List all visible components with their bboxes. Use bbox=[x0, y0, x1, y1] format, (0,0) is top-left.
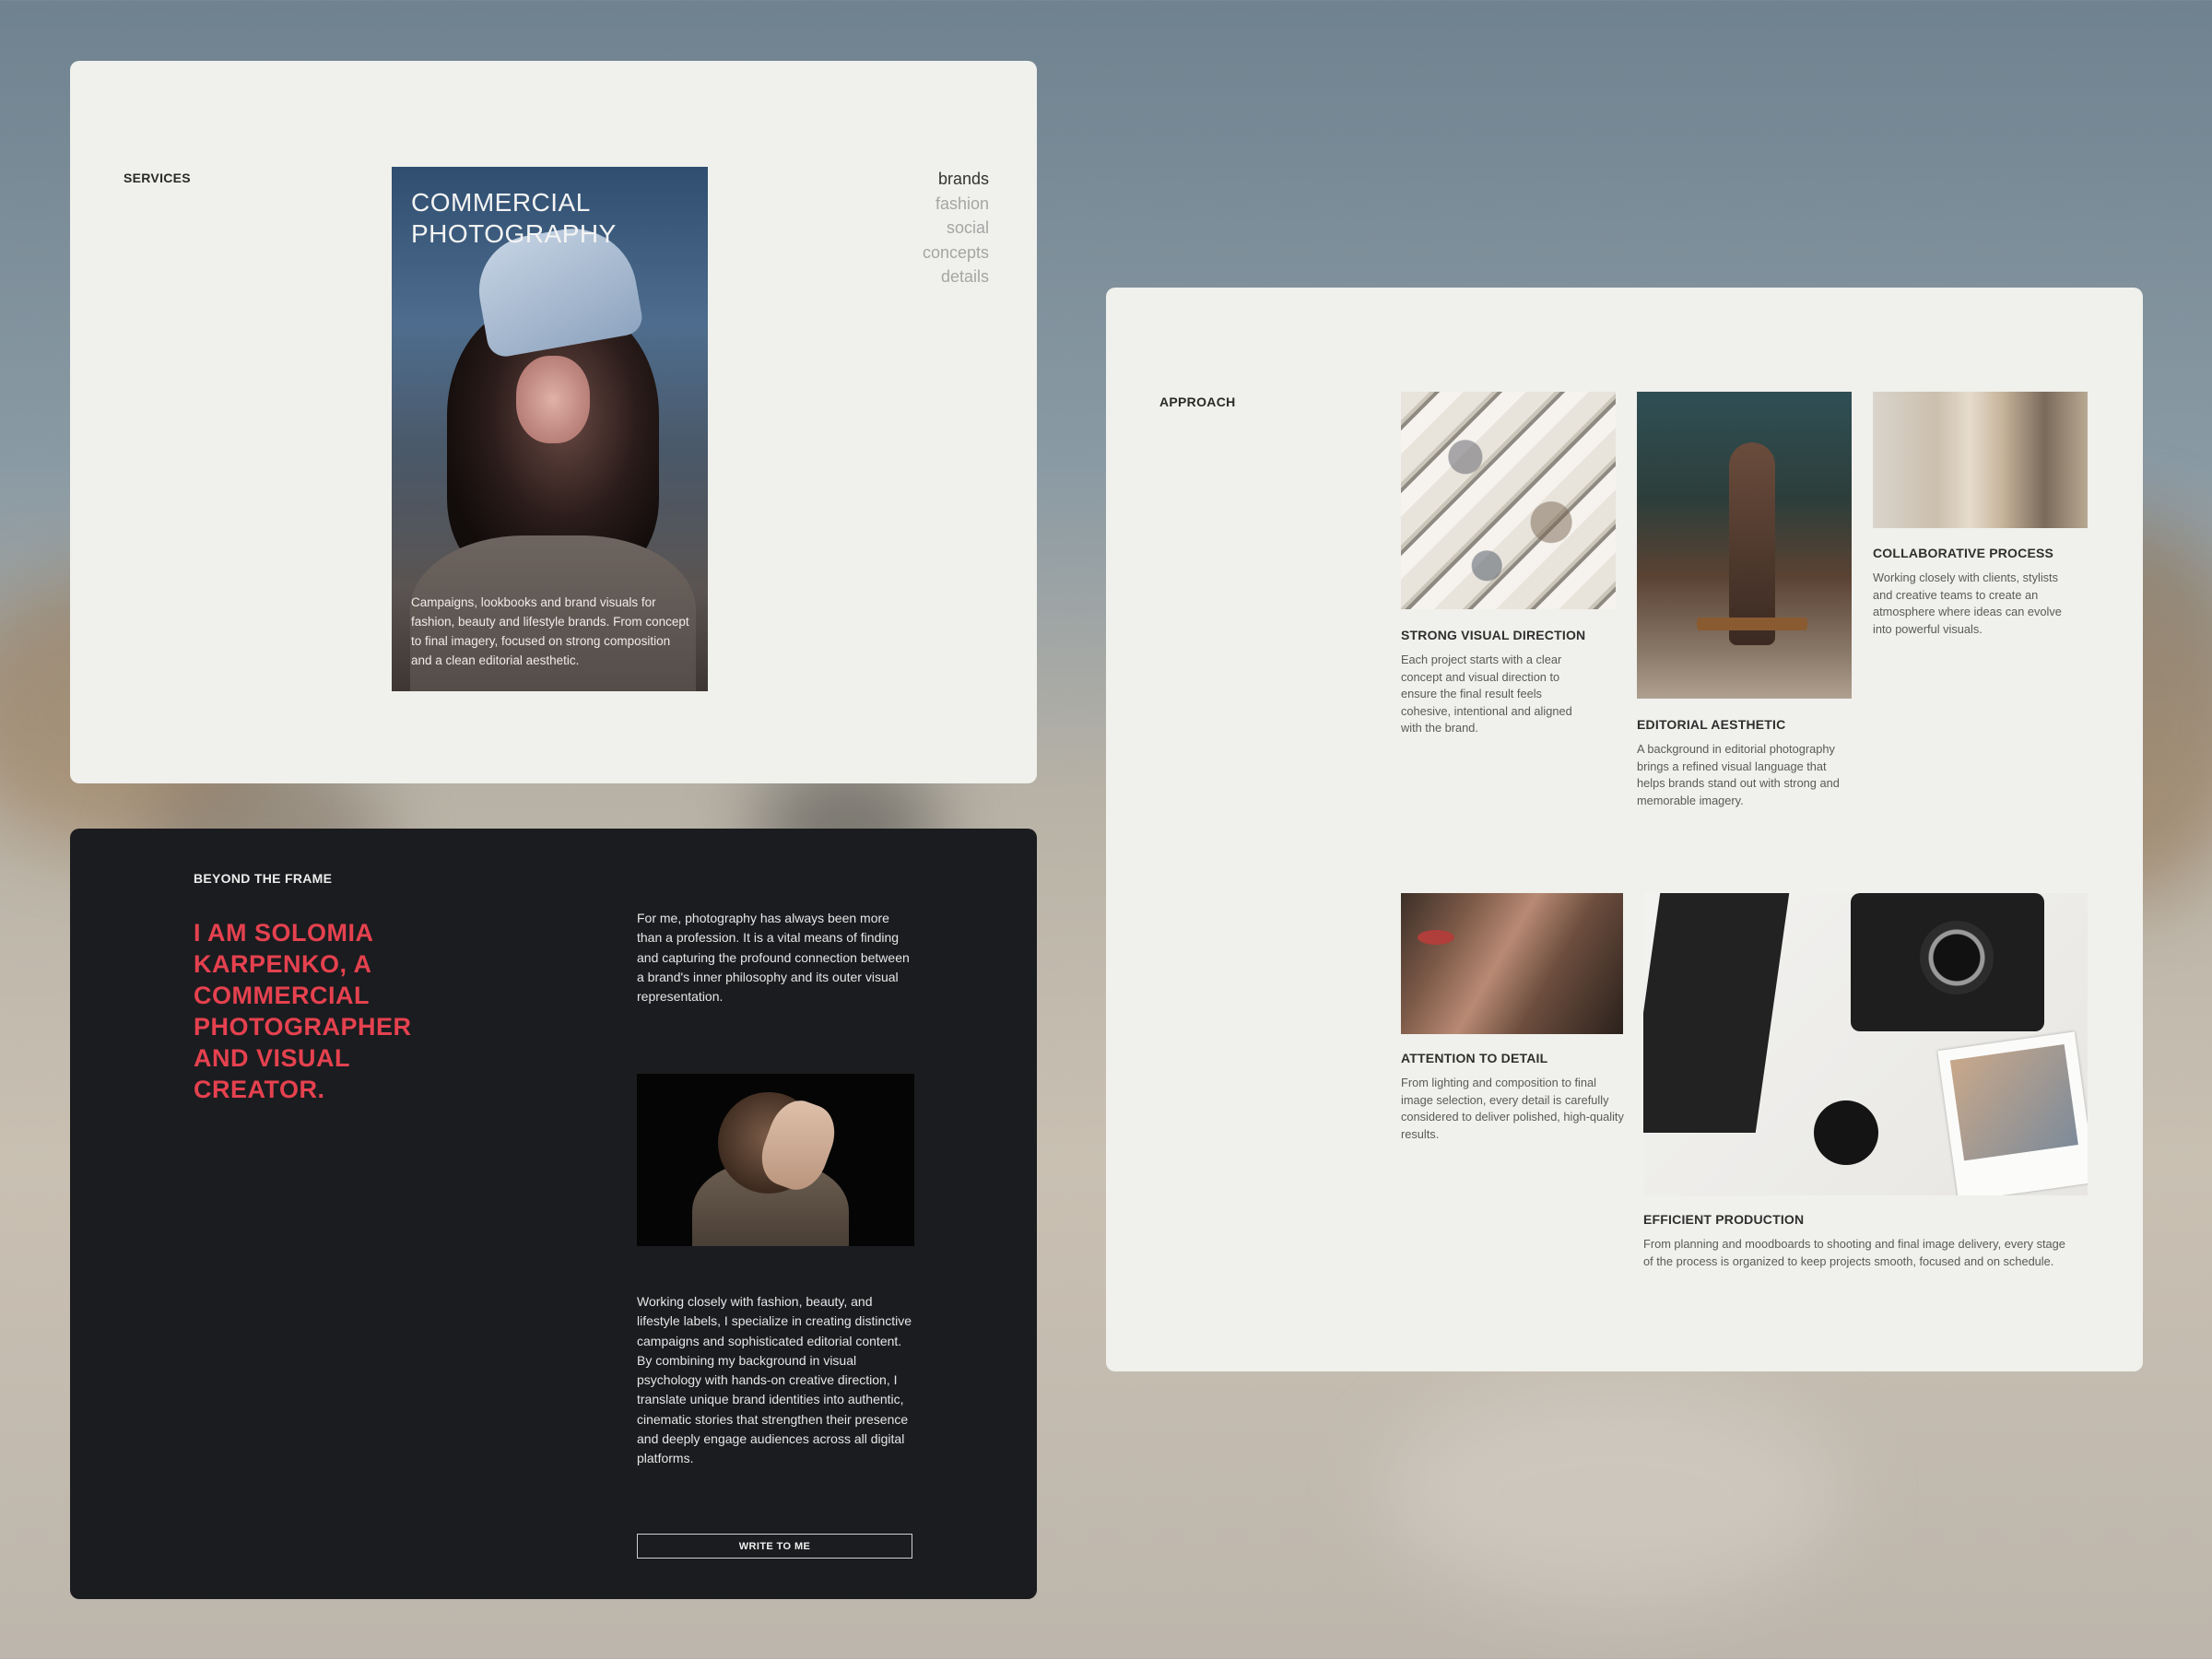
write-to-me-button[interactable]: WRITE TO ME bbox=[637, 1534, 912, 1559]
hero-title: COMMERCIAL PHOTOGRAPHY bbox=[411, 188, 617, 248]
about-panel: BEYOND THE FRAME I AM SOLOMIA KARPENKO, … bbox=[70, 829, 1037, 1599]
hero-card[interactable]: COMMERCIAL PHOTOGRAPHY Campaigns, lookbo… bbox=[392, 167, 708, 691]
card-text: A background in editorial photography br… bbox=[1637, 742, 1840, 807]
about-paragraph-1: For me, photography has always been more… bbox=[637, 911, 910, 1005]
about-paragraph-2: Working closely with fashion, beauty, an… bbox=[637, 1294, 912, 1466]
card-text: From planning and moodboards to shooting… bbox=[1643, 1237, 2065, 1268]
section-label: SERVICES bbox=[124, 171, 191, 185]
swing-photo bbox=[1637, 392, 1852, 699]
clothes-rack-photo bbox=[1873, 392, 2088, 528]
card-title: EDITORIAL AESTHETIC bbox=[1637, 717, 1786, 732]
hero-description: Campaigns, lookbooks and brand visuals f… bbox=[411, 595, 689, 667]
card-title: EFFICIENT PRODUCTION bbox=[1643, 1212, 1805, 1227]
approach-panel: APPROACH STRONG VISUAL DIRECTION Each pr… bbox=[1106, 288, 2143, 1371]
card-text: Each project starts with a clear concept… bbox=[1401, 653, 1572, 735]
section-label: APPROACH bbox=[1159, 394, 1236, 409]
nav-item-brands[interactable]: brands bbox=[923, 167, 989, 192]
about-headline: I AM SOLOMIA KARPENKO, A COMMERCIAL PHOT… bbox=[194, 919, 412, 1103]
collage-photo bbox=[1401, 392, 1616, 609]
nav-item-social[interactable]: social bbox=[923, 216, 989, 241]
section-label: BEYOND THE FRAME bbox=[194, 871, 333, 886]
nav-item-fashion[interactable]: fashion bbox=[923, 192, 989, 217]
card-title: STRONG VISUAL DIRECTION bbox=[1401, 628, 1586, 642]
nav-item-details[interactable]: details bbox=[923, 265, 989, 289]
face-closeup-photo bbox=[1401, 893, 1623, 1034]
services-nav: brands fashion social concepts details bbox=[923, 167, 989, 289]
camera-flatlay-photo bbox=[1643, 893, 2088, 1195]
portrait-photo bbox=[637, 1074, 914, 1246]
nav-item-concepts[interactable]: concepts bbox=[923, 241, 989, 265]
card-text: From lighting and composition to final i… bbox=[1401, 1076, 1624, 1141]
card-text: Working closely with clients, stylists a… bbox=[1873, 571, 2062, 636]
card-title: COLLABORATIVE PROCESS bbox=[1873, 546, 2054, 560]
card-title: ATTENTION TO DETAIL bbox=[1401, 1051, 1548, 1065]
services-panel: SERVICES COMMERCIAL PHOTOGRAPHY Campaign… bbox=[70, 61, 1037, 783]
